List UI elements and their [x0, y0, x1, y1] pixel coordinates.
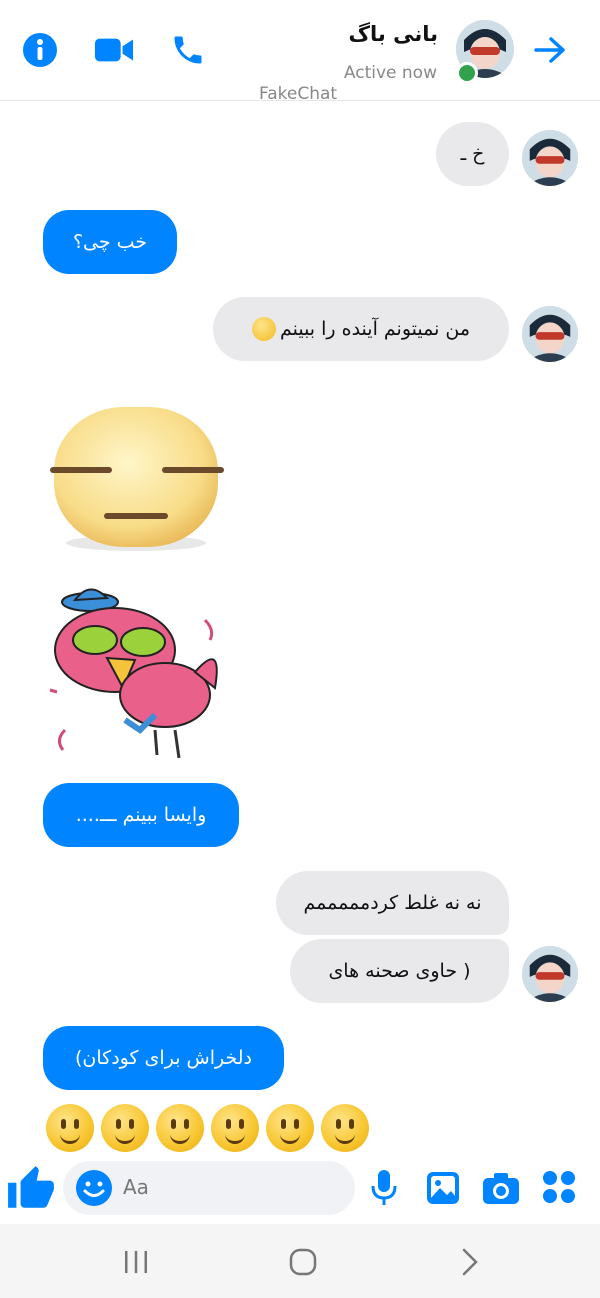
home-icon[interactable]: [288, 1247, 318, 1277]
message-bubble-outgoing[interactable]: دلخراش برای کودکان): [43, 1026, 284, 1090]
thumbs-up-icon[interactable]: [6, 1164, 56, 1214]
slightly-smiling-face-emoji[interactable]: [101, 1104, 149, 1152]
message-bubble-outgoing[interactable]: وایسا ببینم ـــ....: [43, 783, 239, 847]
slightly-smiling-face-emoji[interactable]: [46, 1104, 94, 1152]
info-icon[interactable]: [20, 30, 60, 70]
contact-avatar-small: [522, 946, 578, 1002]
active-status: Active now: [343, 63, 437, 83]
arrow-right-icon[interactable]: [530, 30, 570, 70]
thinking-face-emoji: [251, 317, 276, 341]
online-indicator: [456, 62, 478, 84]
emoji-icon[interactable]: [75, 1169, 113, 1207]
back-icon[interactable]: [458, 1247, 482, 1277]
image-icon[interactable]: [425, 1170, 461, 1206]
slightly-smiling-face-emoji[interactable]: [266, 1104, 314, 1152]
message-input-placeholder: Aa: [123, 1175, 149, 1199]
contact-name[interactable]: بانی باگ: [349, 22, 439, 46]
message-text: من نمیتونم آینده را ببینم: [279, 318, 471, 340]
message-bubble-incoming[interactable]: ( حاوی صحنه های: [290, 939, 509, 1003]
message-bubble-outgoing[interactable]: خب چی؟: [43, 210, 177, 274]
camera-icon[interactable]: [482, 1171, 520, 1205]
slightly-smiling-face-emoji[interactable]: [156, 1104, 204, 1152]
recent-apps-icon[interactable]: [122, 1248, 150, 1276]
expressionless-face-sticker[interactable]: [46, 403, 226, 553]
phone-icon[interactable]: [168, 30, 208, 70]
contact-avatar-small: [522, 306, 578, 362]
slightly-smiling-face-emoji[interactable]: [211, 1104, 259, 1152]
microphone-icon[interactable]: [368, 1168, 400, 1208]
message-bubble-incoming[interactable]: نه نه غلط کردمممممم: [276, 871, 509, 935]
angry-bird-sticker[interactable]: [45, 580, 225, 770]
video-camera-icon[interactable]: [94, 30, 134, 70]
contact-avatar-small: [522, 130, 578, 186]
message-bubble-incoming[interactable]: من نمیتونم آینده را ببینم: [213, 297, 509, 361]
message-bubble-incoming[interactable]: خ ـ: [436, 122, 509, 186]
apps-icon[interactable]: [541, 1169, 577, 1205]
slightly-smiling-face-emoji[interactable]: [321, 1104, 369, 1152]
watermark: FakeChat: [259, 84, 338, 104]
